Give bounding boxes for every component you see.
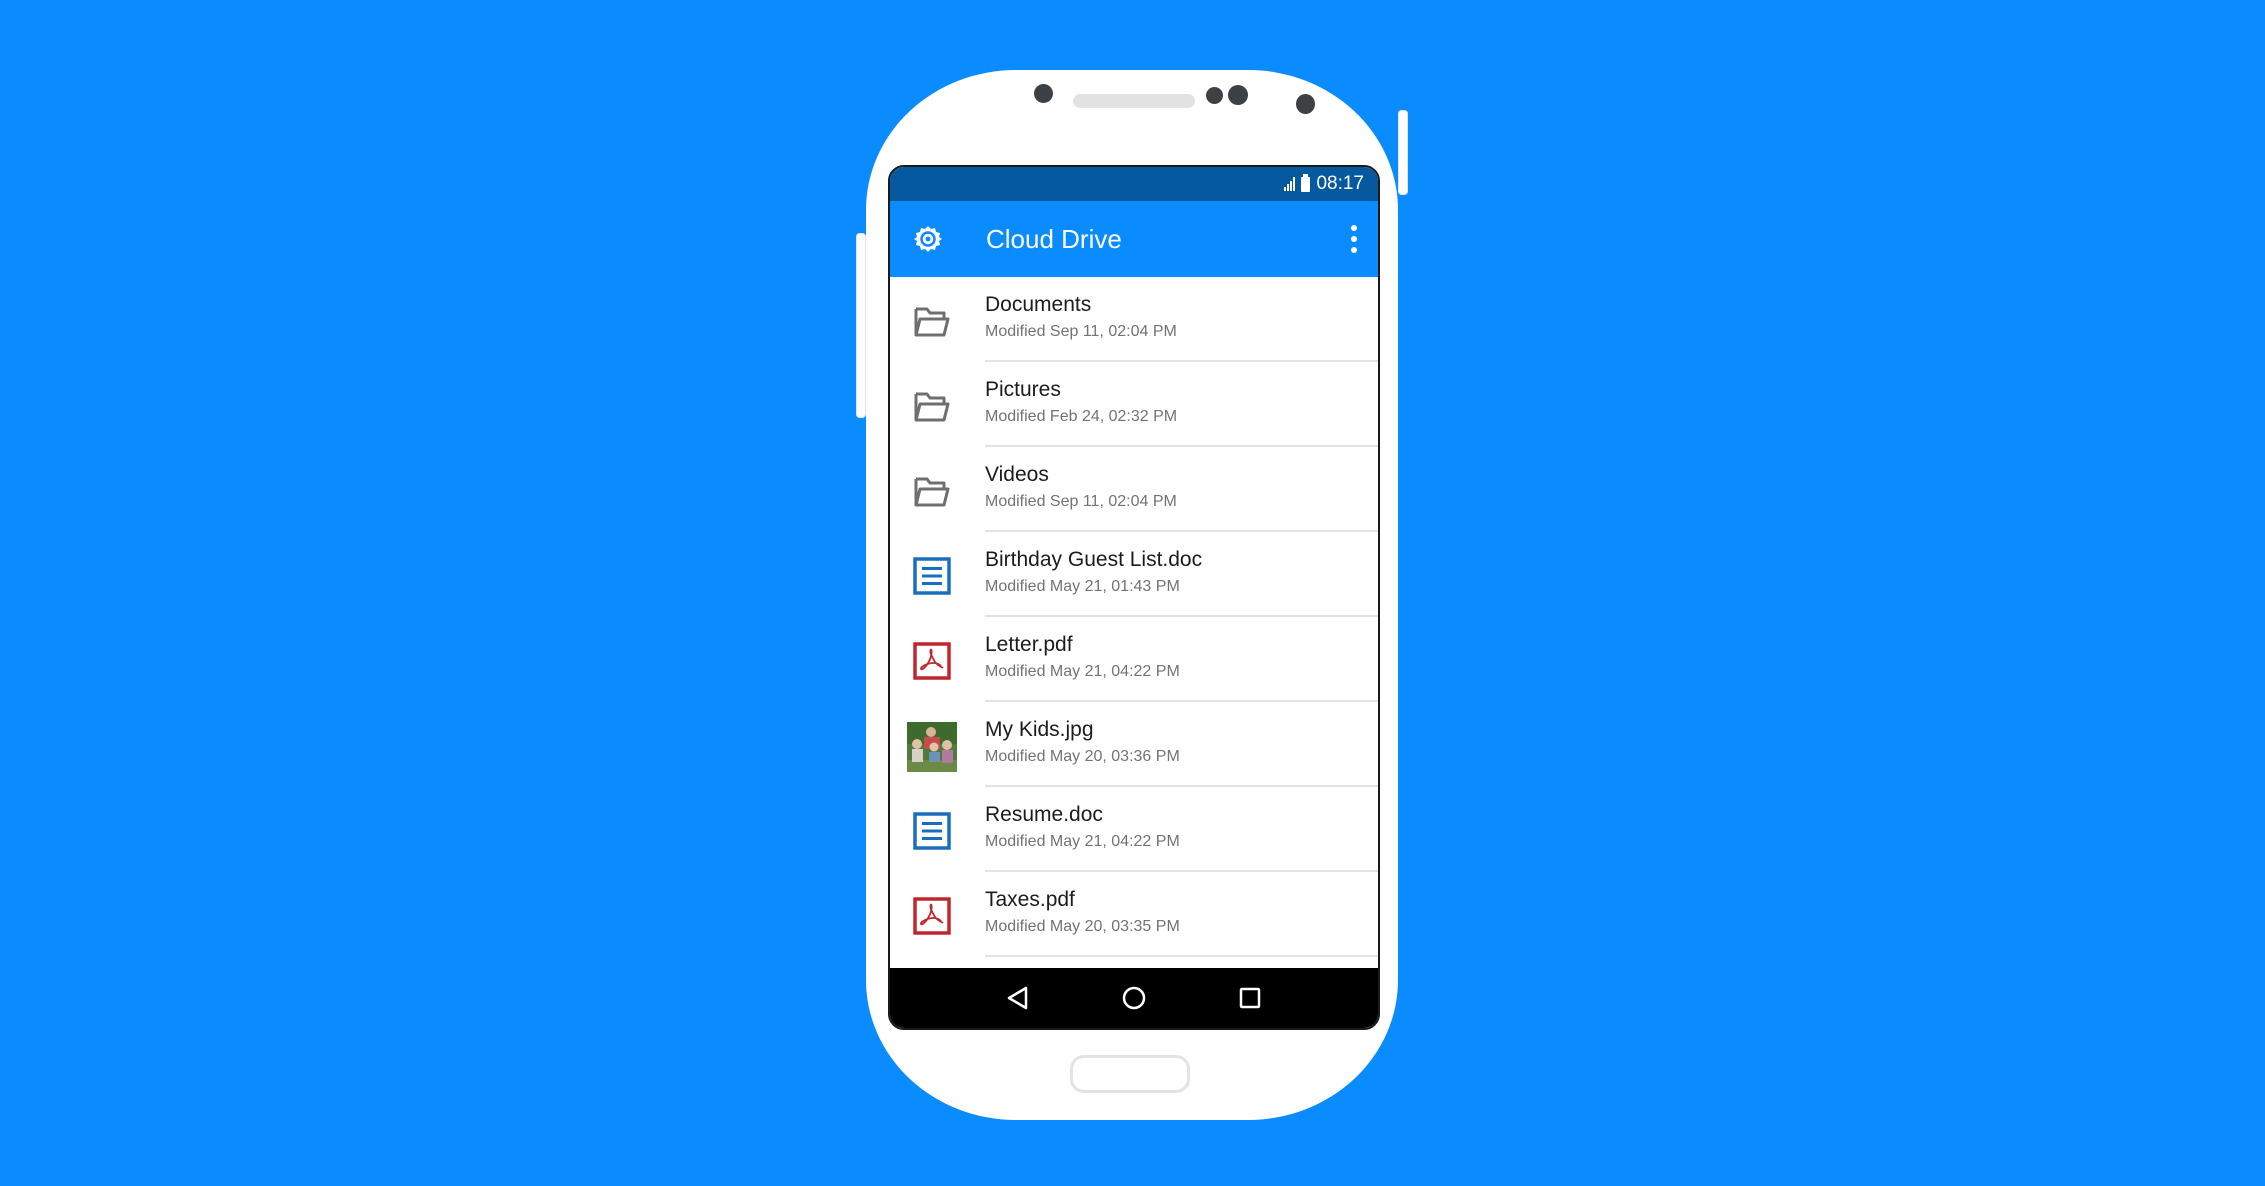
- recents-square-icon[interactable]: [1237, 985, 1263, 1011]
- file-modified-date: Modified Sep 11, 02:04 PM: [985, 493, 1177, 510]
- file-name: My Kids.jpg: [985, 718, 1094, 741]
- file-list-item[interactable]: Videos Modified Sep 11, 02:04 PM: [890, 447, 1378, 532]
- folder-icon: [914, 392, 950, 422]
- folder-icon: [914, 477, 950, 507]
- file-modified-date: Modified May 21, 01:43 PM: [985, 578, 1180, 595]
- home-circle-icon[interactable]: [1121, 985, 1147, 1011]
- file-list-item[interactable]: Resume.doc Modified May 21, 04:22 PM: [890, 787, 1378, 872]
- file-list: Documents Modified Sep 11, 02:04 PM Pict…: [890, 277, 1378, 957]
- file-name: Birthday Guest List.doc: [985, 548, 1203, 571]
- hardware-home-button[interactable]: [1070, 1055, 1190, 1093]
- phone-screen: 08:17 Cloud Drive Documents Modified Sep…: [888, 165, 1380, 1030]
- volume-button: [856, 233, 866, 418]
- file-modified-date: Modified Sep 11, 02:04 PM: [985, 323, 1177, 340]
- cell-signal-icon: [1284, 177, 1296, 191]
- more-vert-icon[interactable]: [1350, 225, 1358, 253]
- folder-icon: [914, 307, 950, 337]
- app-bar: Cloud Drive: [890, 201, 1378, 277]
- document-icon: [913, 557, 951, 595]
- image-thumbnail: [907, 722, 957, 772]
- navigation-bar: [890, 968, 1378, 1028]
- file-list-item[interactable]: Pictures Modified Feb 24, 02:32 PM: [890, 362, 1378, 447]
- file-name: Pictures: [985, 378, 1061, 401]
- file-list-item[interactable]: Birthday Guest List.doc Modified May 21,…: [890, 532, 1378, 617]
- file-name: Taxes.pdf: [985, 888, 1075, 911]
- file-modified-date: Modified May 20, 03:36 PM: [985, 748, 1180, 765]
- file-modified-date: Modified Feb 24, 02:32 PM: [985, 408, 1178, 425]
- file-name: Videos: [985, 463, 1049, 486]
- document-icon: [913, 812, 951, 850]
- status-time: 08:17: [1316, 173, 1364, 194]
- sensor-dot-icon: [1206, 87, 1223, 104]
- power-button: [1398, 110, 1408, 195]
- battery-icon: [1301, 173, 1311, 192]
- pdf-icon: [913, 642, 951, 680]
- file-name: Documents: [985, 293, 1092, 316]
- file-modified-date: Modified May 20, 03:35 PM: [985, 918, 1180, 935]
- file-modified-date: Modified May 21, 04:22 PM: [985, 663, 1180, 680]
- file-modified-date: Modified May 21, 04:22 PM: [985, 833, 1180, 850]
- app-title: Cloud Drive: [986, 223, 1122, 254]
- earpiece-speaker: [1073, 94, 1195, 108]
- back-triangle-icon[interactable]: [1005, 985, 1031, 1011]
- front-camera-icon: [1034, 84, 1053, 103]
- file-name: Letter.pdf: [985, 633, 1073, 656]
- file-list-item[interactable]: Letter.pdf Modified May 21, 04:22 PM: [890, 617, 1378, 702]
- proximity-sensor-icon: [1296, 94, 1315, 114]
- sensor-dot-icon: [1228, 85, 1248, 105]
- status-bar: 08:17: [890, 167, 1378, 201]
- pdf-icon: [913, 897, 951, 935]
- file-list-item[interactable]: Taxes.pdf Modified May 20, 03:35 PM: [890, 872, 1378, 957]
- file-name: Resume.doc: [985, 803, 1103, 826]
- file-list-item[interactable]: Documents Modified Sep 11, 02:04 PM: [890, 277, 1378, 362]
- gear-icon[interactable]: [912, 223, 944, 255]
- file-list-item[interactable]: My Kids.jpg Modified May 20, 03:36 PM: [890, 702, 1378, 787]
